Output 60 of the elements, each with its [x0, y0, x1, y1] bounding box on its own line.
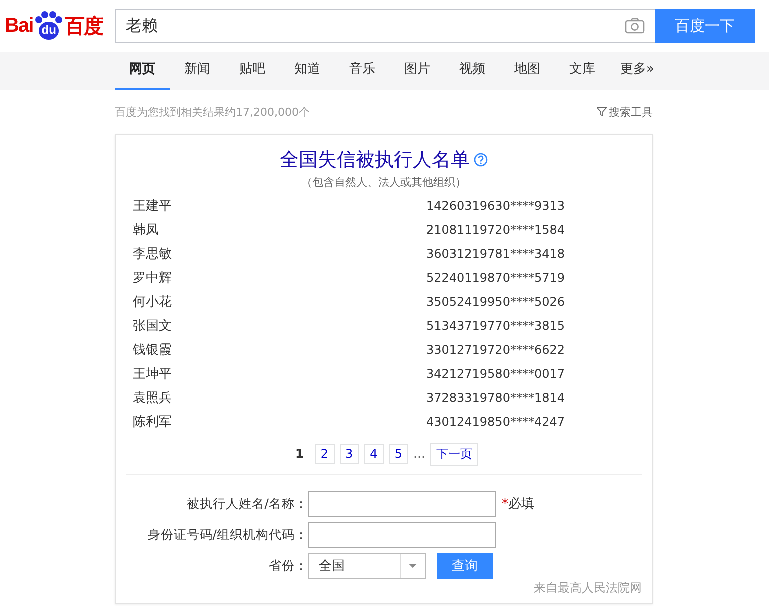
id-number: 14260319630****9313: [426, 199, 565, 213]
nav-tab[interactable]: 知道: [280, 52, 335, 90]
person-name: 王建平: [133, 198, 172, 215]
logo[interactable]: Bai du 百度: [5, 11, 115, 41]
search-tools-link[interactable]: 搜索工具: [597, 104, 653, 120]
person-name: 陈利军: [133, 414, 172, 431]
caret-icon: [409, 564, 417, 568]
next-page-link[interactable]: 下一页: [430, 442, 478, 466]
field-label: 省份：: [268, 558, 308, 574]
person-name: 何小花: [133, 294, 172, 311]
id-number: 36031219781****3418: [426, 247, 565, 261]
id-number: 21081119720****1584: [426, 223, 565, 237]
result-count: 百度为您找到相关结果约17,200,000个: [115, 104, 310, 120]
id-number: 51343719770****3815: [426, 319, 565, 333]
nav-tab[interactable]: 音乐: [335, 52, 390, 90]
camera-icon[interactable]: [625, 18, 645, 34]
person-name: 罗中辉: [133, 270, 172, 287]
logo-text: 百度: [65, 14, 104, 40]
page-link[interactable]: 2: [314, 444, 335, 464]
field-label: 身份证号码/组织机构代码：: [146, 526, 308, 544]
id-number: 43012419850****4247: [426, 415, 565, 429]
page-link[interactable]: 5: [388, 444, 408, 464]
source-note: 来自最高人民法院网: [534, 581, 642, 595]
nav-tab[interactable]: 文库: [555, 52, 610, 90]
field-label: 被执行人姓名/名称：: [186, 496, 308, 512]
search-field[interactable]: 老赖: [115, 9, 655, 43]
person-name: 李思敏: [133, 246, 172, 263]
province-dropdown[interactable]: 全国: [308, 553, 426, 579]
name-input-field[interactable]: [308, 491, 496, 517]
person-name: 王坤平: [133, 366, 172, 383]
page-link[interactable]: 4: [364, 444, 384, 464]
id-number: 52240119870****5719: [426, 271, 565, 285]
id-number: 35052419950****5026: [426, 295, 565, 309]
required-mark: *: [502, 496, 508, 512]
nav-tab[interactable]: 贴吧: [225, 52, 280, 90]
card-subtitle: （包含自然人、法人或其他组织）: [300, 175, 468, 190]
ellipsis: …: [413, 447, 426, 461]
id-input-field[interactable]: [308, 522, 496, 548]
person-name: 袁照兵: [133, 390, 172, 407]
nav-tab[interactable]: 网页: [115, 52, 170, 90]
id-number: 33012719720****6622: [426, 343, 565, 357]
nav-tab[interactable]: 图片: [390, 52, 445, 90]
id-number: 34212719580****0017: [426, 367, 565, 381]
id-number: 37283319780****1814: [426, 391, 565, 405]
nav-tab[interactable]: 地图: [500, 52, 555, 90]
logo-text: Bai: [5, 14, 34, 38]
filter-icon: [597, 107, 607, 117]
page-link[interactable]: 1: [290, 444, 310, 464]
person-name: 钱银霞: [133, 342, 172, 359]
nav-tab[interactable]: 更多»: [610, 52, 665, 90]
help-icon[interactable]: [474, 153, 488, 167]
page-link[interactable]: 3: [340, 444, 360, 464]
search-button[interactable]: 百度一下: [655, 9, 755, 43]
card-title[interactable]: 全国失信被执行人名单: [280, 147, 470, 173]
nav-tab[interactable]: 新闻: [170, 52, 225, 90]
required-label: 必填: [508, 496, 534, 513]
nav-tab[interactable]: 视频: [445, 52, 500, 90]
person-name: 张国文: [133, 318, 172, 335]
paw-logo: du: [34, 11, 64, 41]
person-name: 韩凤: [133, 222, 159, 239]
